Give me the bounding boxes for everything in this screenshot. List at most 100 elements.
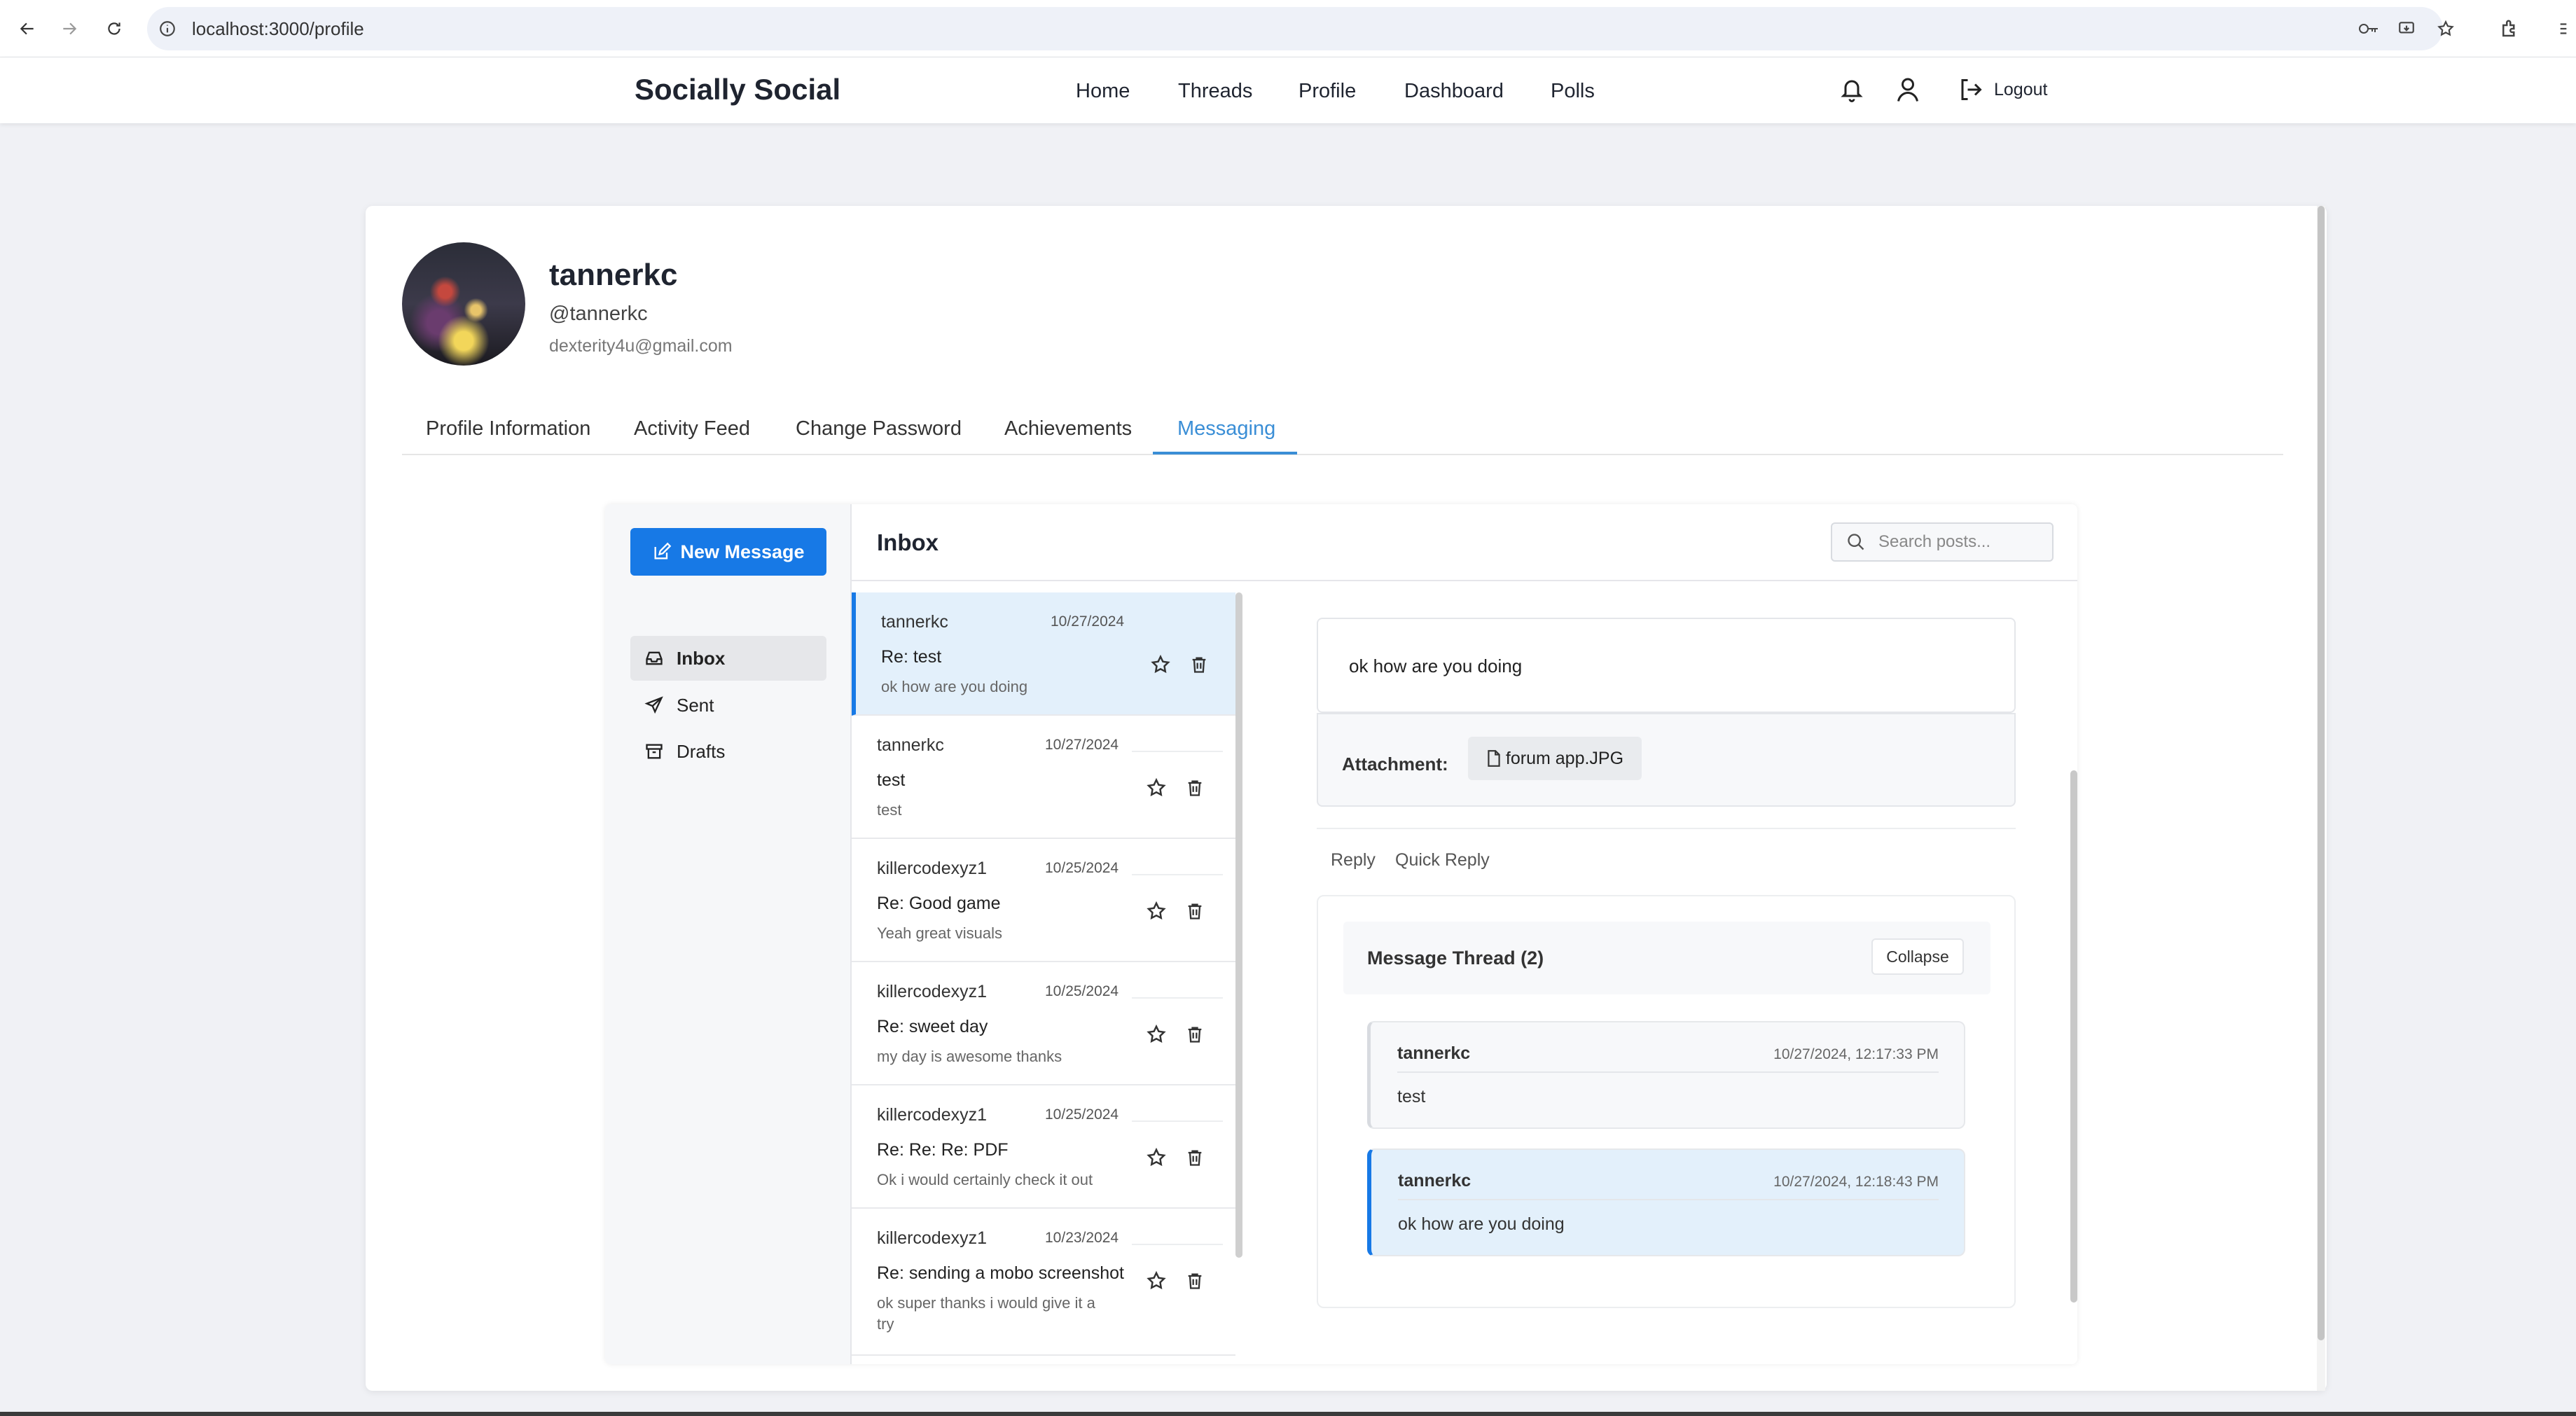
reply-button[interactable]: Reply (1331, 850, 1376, 870)
trash-icon[interactable] (1189, 654, 1209, 675)
tab-messaging[interactable]: Messaging (1177, 417, 1275, 440)
new-message-button[interactable]: New Message (630, 528, 826, 576)
tab-achievements[interactable]: Achievements (1004, 417, 1132, 440)
sidebar-item-label: Sent (677, 694, 714, 716)
thread-body: test (1397, 1087, 1426, 1106)
message-sender: killercodexyz1 (877, 859, 988, 878)
inbox-title: Inbox (877, 529, 939, 555)
message-sender: killercodexyz1 (877, 982, 988, 1001)
quick-reply-button[interactable]: Quick Reply (1395, 850, 1490, 870)
messaging-sidebar (605, 504, 852, 1364)
nav-home[interactable]: Home (1076, 80, 1130, 103)
reload-icon[interactable] (101, 15, 127, 42)
thread-author: tannerkc (1397, 1043, 1471, 1063)
tab-profile-information[interactable]: Profile Information (426, 417, 590, 440)
message-subject: Re: test (881, 647, 942, 667)
thread-message-divider (1397, 1071, 1939, 1073)
sidebar-item-label: Inbox (677, 647, 726, 669)
send-icon (644, 696, 663, 714)
trash-icon[interactable] (1185, 901, 1205, 922)
profile-email: dexterity4u@gmail.com (549, 336, 733, 356)
nav-dashboard[interactable]: Dashboard (1404, 80, 1504, 103)
compose-icon (654, 542, 672, 560)
message-body: ok how are you doing (1349, 655, 1523, 676)
message-date: 10/25/2024 (1045, 983, 1119, 999)
attachment-file[interactable]: forum app.JPG (1468, 737, 1642, 780)
user-icon[interactable] (1895, 76, 1920, 104)
star-icon[interactable] (1146, 1270, 1167, 1291)
list-item[interactable]: tannerkc 10/27/2024 Re: test ok how are … (852, 592, 1235, 716)
row-divider (1132, 751, 1223, 752)
install-app-icon[interactable] (2397, 20, 2416, 38)
message-date: 10/25/2024 (1045, 1106, 1119, 1123)
thread-body: ok how are you doing (1398, 1214, 1565, 1234)
attachment-name: forum app.JPG (1505, 748, 1624, 768)
message-preview: test (877, 801, 902, 819)
message-list-scrollbar[interactable] (1235, 592, 1242, 1258)
message-date: 10/25/2024 (1045, 860, 1119, 876)
avatar (402, 242, 525, 366)
new-message-label: New Message (680, 541, 805, 562)
list-item[interactable]: killercodexyz1 10/25/2024 Re: Re: Re: PD… (852, 1085, 1235, 1209)
message-date: 10/23/2024 (1045, 1230, 1119, 1246)
thread-message-current: tannerkc 10/27/2024, 12:18:43 PM ok how … (1367, 1148, 1965, 1256)
collapse-button[interactable]: Collapse (1871, 938, 1964, 975)
search-input[interactable] (1877, 532, 2038, 553)
list-item[interactable]: killercodexyz1 10/25/2024 Re: sweet day … (852, 962, 1235, 1085)
message-subject: Re: Re: Re: PDF (877, 1140, 1009, 1160)
thread-author: tannerkc (1398, 1171, 1471, 1191)
nav-polls[interactable]: Polls (1551, 80, 1595, 103)
tabs-divider (402, 454, 2283, 455)
list-item[interactable]: killercodexyz1 10/23/2024 Re: sending a … (852, 1209, 1235, 1356)
logout-button[interactable]: Logout (1994, 80, 2047, 100)
tab-activity-feed[interactable]: Activity Feed (634, 417, 750, 440)
row-divider (1132, 1244, 1223, 1245)
message-date: 10/27/2024 (1051, 613, 1125, 630)
trash-icon[interactable] (1185, 1147, 1205, 1168)
sidebar-item-label: Drafts (677, 740, 726, 762)
bell-icon[interactable] (1839, 76, 1864, 104)
message-sender: tannerkc (877, 735, 944, 755)
star-icon[interactable] (1146, 901, 1167, 922)
star-icon[interactable] (1150, 654, 1171, 675)
page-scrollbar-thumb[interactable] (2318, 206, 2325, 1340)
nav-threads[interactable]: Threads (1178, 80, 1252, 103)
star-icon[interactable] (1146, 1024, 1167, 1045)
search-box[interactable] (1831, 522, 2054, 562)
bookmark-star-icon[interactable] (2436, 20, 2456, 38)
message-preview: Yeah great visuals (877, 924, 1002, 942)
archive-icon (646, 744, 663, 759)
message-sender: killercodexyz1 (877, 1105, 988, 1125)
star-icon[interactable] (1146, 1147, 1167, 1168)
nav-profile[interactable]: Profile (1299, 80, 1356, 103)
back-icon[interactable] (14, 15, 41, 42)
tab-change-password[interactable]: Change Password (796, 417, 962, 440)
extensions-icon[interactable] (2499, 18, 2520, 39)
trash-icon[interactable] (1185, 1270, 1205, 1291)
message-subject: Re: sweet day (877, 1017, 988, 1036)
message-sender: tannerkc (881, 612, 948, 632)
address-bar[interactable] (147, 7, 2443, 50)
detail-scrollbar[interactable] (2070, 770, 2077, 1303)
trash-icon[interactable] (1185, 1024, 1205, 1045)
list-item[interactable]: tannerkc 10/27/2024 test test (852, 716, 1235, 839)
sidebar-item-drafts[interactable]: Drafts (630, 729, 826, 774)
trash-icon[interactable] (1185, 777, 1205, 798)
forward-icon[interactable] (56, 15, 83, 42)
message-date: 10/27/2024 (1045, 737, 1119, 753)
thread-timestamp: 10/27/2024, 12:17:33 PM (1773, 1046, 1939, 1062)
logout-icon[interactable] (1958, 77, 1983, 102)
url-text[interactable]: localhost:3000/profile (192, 18, 364, 40)
file-icon (1488, 750, 1500, 767)
site-info-icon[interactable] (158, 20, 176, 38)
message-sender: killercodexyz1 (877, 1228, 988, 1248)
password-key-icon[interactable] (2357, 20, 2380, 38)
sidebar-item-inbox[interactable]: Inbox (630, 636, 826, 681)
star-icon[interactable] (1146, 777, 1167, 798)
brand-logo-text[interactable]: Socially Social (635, 73, 840, 106)
sidebar-item-sent[interactable]: Sent (630, 683, 826, 728)
message-preview: ok how are you doing (881, 678, 1028, 695)
list-item[interactable]: killercodexyz1 10/25/2024 Re: Good game … (852, 839, 1235, 962)
row-divider (1132, 997, 1223, 999)
browser-menu-icon[interactable] (2556, 20, 2570, 38)
